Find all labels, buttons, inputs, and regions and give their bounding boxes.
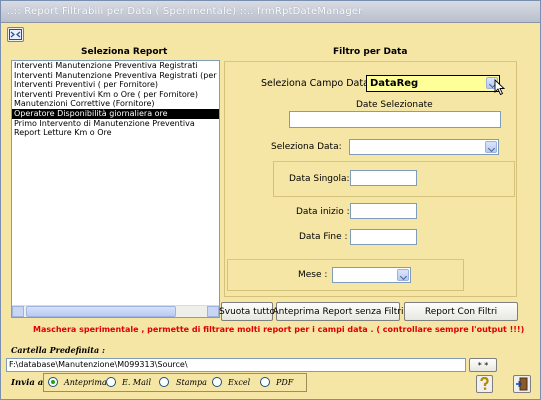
seleziona-data-label: Seleziona Data:	[271, 142, 342, 152]
reports-heading: Seleziona Report	[81, 47, 168, 57]
expand-button[interactable]	[7, 27, 24, 42]
report-con-filtri-button[interactable]: Report Con Filtri	[404, 302, 518, 321]
report-list-item[interactable]: Interventi Preventivi Km o Ore ( per For…	[12, 90, 219, 100]
data-singola-label: Data Singola:	[289, 174, 350, 184]
radio-label: Anteprima	[64, 378, 107, 387]
date-selezionate-label: Date Selezionate	[356, 100, 433, 110]
warning-text: Maschera sperimentale , permette di filt…	[33, 325, 525, 334]
date-selezionate-field[interactable]	[289, 111, 501, 128]
radio-label: Stampa	[176, 378, 207, 387]
anteprima-senza-filtri-button[interactable]: Anteprima Report senza Filtri	[273, 302, 403, 321]
report-list-item[interactable]: Manutenzioni Correttive (Fornitore)	[12, 99, 219, 109]
report-list-item[interactable]: Operatore Disponibilità giornaliera ore	[12, 108, 219, 119]
svuota-tutto-button[interactable]: Svuota tutto	[219, 302, 275, 321]
chevron-down-icon[interactable]	[397, 269, 409, 281]
radio-excel[interactable]	[212, 377, 222, 387]
cartella-path-field[interactable]: F:\database\Manutenzione\M099313\Source\	[6, 358, 466, 372]
radio-pdf[interactable]	[260, 377, 270, 387]
report-window: ..:: Report Filtrabili per Data ( Sperim…	[0, 0, 541, 400]
title-bar: ..:: Report Filtrabili per Data ( Sperim…	[1, 1, 540, 23]
chevron-down-icon[interactable]	[485, 141, 497, 153]
filter-heading: Filtro per Data	[333, 47, 408, 57]
report-list-item[interactable]: Interventi Preventivi ( per Fornitore)	[12, 80, 219, 90]
data-fine-field[interactable]	[350, 229, 417, 245]
report-list-item[interactable]: Interventi Manutenzione Preventiva Regis…	[12, 61, 219, 71]
report-items: Interventi Manutenzione Preventiva Regis…	[12, 61, 219, 138]
mouse-cursor-icon	[494, 79, 506, 96]
radio-label: Excel	[228, 378, 251, 387]
data-singola-field[interactable]	[350, 170, 417, 186]
scroll-thumb[interactable]	[26, 306, 176, 317]
scroll-right-arrow[interactable]	[207, 306, 219, 317]
help-icon	[480, 377, 489, 390]
scroll-left-arrow[interactable]	[12, 306, 24, 317]
radio-email[interactable]	[106, 377, 116, 387]
report-list[interactable]: Interventi Manutenzione Preventiva Regis…	[11, 60, 220, 318]
report-list-item[interactable]: Report Letture Km o Ore	[12, 128, 219, 138]
radio-stampa[interactable]	[159, 377, 169, 387]
data-inizio-field[interactable]	[350, 203, 417, 219]
list-horizontal-scrollbar[interactable]	[12, 305, 219, 317]
radio-label: E. Mail	[122, 378, 152, 387]
cartella-label: Cartella Predefinita :	[11, 345, 105, 355]
exit-button[interactable]	[513, 375, 531, 393]
data-inizio-label: Data inizio :	[296, 207, 350, 217]
mese-label: Mese :	[298, 270, 328, 280]
radio-anteprima[interactable]	[48, 377, 58, 387]
report-list-item[interactable]: Primo Intervento di Manutenzione Prevent…	[12, 119, 219, 129]
mese-select[interactable]	[332, 267, 411, 283]
campo-data-value: DataReg	[370, 78, 419, 89]
expand-icon	[9, 29, 22, 40]
campo-data-label: Seleziona Campo Data :	[261, 78, 376, 89]
radio-label: PDF	[276, 378, 294, 387]
seleziona-data-select[interactable]	[349, 139, 499, 155]
data-fine-label: Data Fine :	[299, 232, 348, 242]
exit-icon	[516, 377, 528, 391]
help-button[interactable]	[476, 375, 493, 393]
browse-button[interactable]: * *	[469, 358, 497, 372]
report-list-item[interactable]: Interventi Manutenzione Preventiva Regis…	[12, 71, 219, 81]
campo-data-select[interactable]: DataReg	[366, 75, 500, 92]
window-title: ..:: Report Filtrabili per Data ( Sperim…	[7, 6, 363, 17]
invia-label: Invia a	[11, 378, 44, 388]
